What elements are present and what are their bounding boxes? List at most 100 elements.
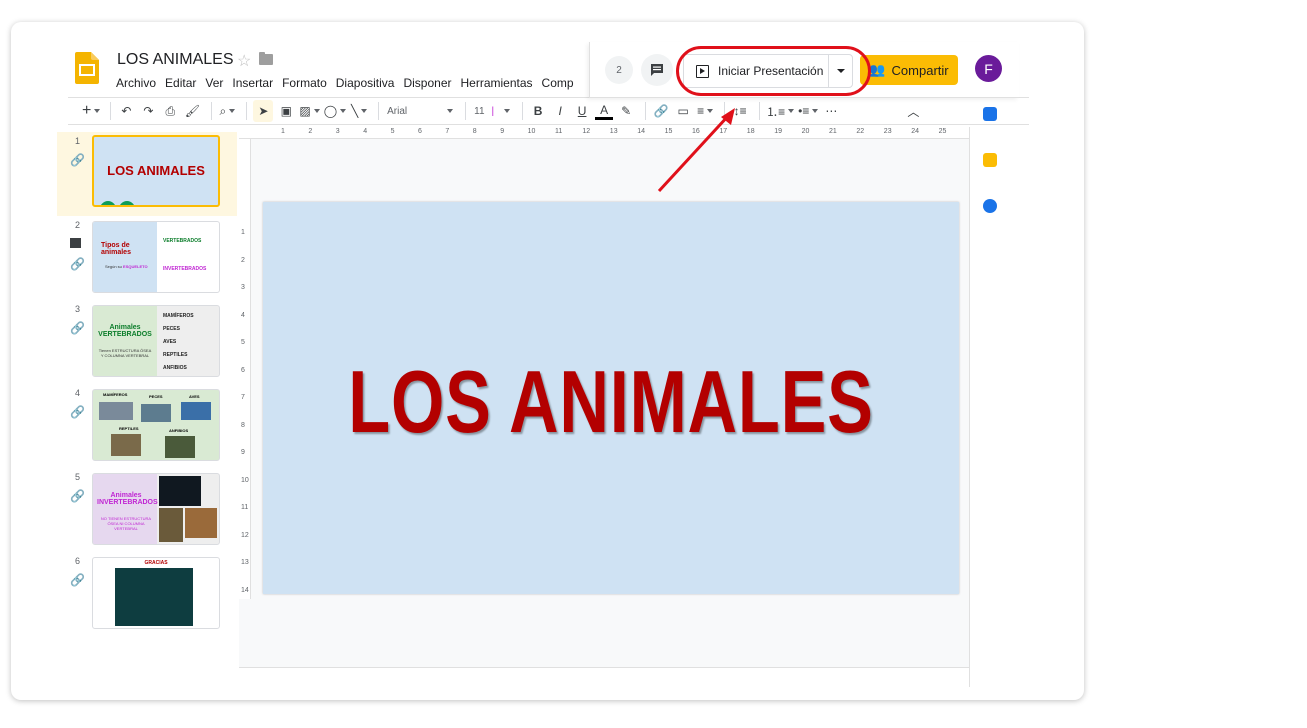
text-box-icon[interactable]: ▣ <box>277 100 295 122</box>
undo-icon[interactable]: ↶ <box>117 100 135 122</box>
image-icon[interactable]: ▨ <box>299 100 319 122</box>
slide-thumbnail-row[interactable]: 1 🔗 LOS ANIMALES <box>57 132 237 216</box>
menu-editar[interactable]: Editar <box>165 76 196 90</box>
thumb-left-panel <box>93 222 157 292</box>
menu-diapositiva[interactable]: Diapositiva <box>336 76 395 90</box>
star-icon[interactable]: ☆ <box>237 51 251 71</box>
speaker-notes-divider[interactable] <box>239 667 970 671</box>
slide-thumbnail[interactable]: Tipos de animales Según su ESQUELETO VER… <box>92 221 220 293</box>
thumb-left-panel <box>93 474 157 544</box>
text-color-icon[interactable]: A <box>595 102 614 120</box>
slide-title-text[interactable]: LOS ANIMALES <box>340 357 883 447</box>
new-slide-button[interactable]: + <box>82 100 100 122</box>
thumb-photo <box>99 402 133 420</box>
toolbar-divider <box>645 102 647 120</box>
share-button[interactable]: 👥 Compartir <box>860 55 958 85</box>
slide-thumbnail[interactable]: Animales INVERTEBRADOS NO TIENEN ESTRUCT… <box>92 473 220 545</box>
comment-icon <box>651 64 663 76</box>
horizontal-ruler: 1 2 3 4 5 6 7 8 9 10 11 12 13 14 15 16 17 18 19 20 21 22 23 24 2… <box>239 127 970 139</box>
annotation-highlight-circle <box>676 46 871 96</box>
collapse-toolbar-icon[interactable]: ︿ <box>904 100 922 122</box>
slide-thumbnail-row[interactable]: 5 🔗 Animales INVERTEBRADOS NO TIENEN EST… <box>57 468 237 552</box>
thumb-subtitle: Según su ESQUELETO <box>105 264 148 269</box>
tasks-icon[interactable] <box>983 199 997 213</box>
link-icon: 🔗 <box>70 573 85 587</box>
italic-icon[interactable]: I <box>551 100 569 122</box>
ruler-tick-label: 13 <box>241 559 249 566</box>
thumb-label: MAMÍFEROS <box>103 392 128 397</box>
thumb-subtitle: NO TIENEN ESTRUCTURA ÓSEA NI COLUMNA VER… <box>100 516 152 531</box>
folder-icon[interactable] <box>259 52 273 65</box>
document-title[interactable]: LOS ANIMALES <box>117 51 234 69</box>
calendar-icon[interactable] <box>983 107 997 121</box>
slide-thumbnail[interactable]: LOS ANIMALES <box>92 135 220 207</box>
slide-number: 1 <box>75 136 81 146</box>
more-options-icon[interactable]: ⋯ <box>822 100 840 122</box>
bulleted-list-icon[interactable]: •≡ <box>798 100 818 122</box>
slide-number: 2 <box>75 220 81 230</box>
comment-count-icon <box>70 238 81 248</box>
underline-icon[interactable]: U <box>573 100 591 122</box>
thumb-label: ANFIBIOS <box>169 428 189 433</box>
ruler-tick-label: 6 <box>241 366 245 374</box>
ruler-tick-label: 1 <box>281 128 285 135</box>
thumb-photo <box>159 508 183 542</box>
numbered-list-icon[interactable]: ⒈≡ <box>766 100 794 122</box>
thumb-label: REPTILES <box>119 426 139 431</box>
zoom-icon[interactable]: ⌕ <box>218 100 236 122</box>
side-panel <box>983 107 1003 245</box>
slide-thumbnail[interactable]: Animales VERTEBRADOS Tienen ESTRUCTURA Ó… <box>92 305 220 377</box>
menu-formato[interactable]: Formato <box>282 76 327 90</box>
menu-complementos[interactable]: Comp <box>542 76 574 90</box>
keep-icon[interactable] <box>983 153 997 167</box>
highlight-color-icon[interactable]: ✎ <box>617 100 635 122</box>
thumb-subtitle: Tienen ESTRUCTURA ÓSEA Y COLUMNA VERTEBR… <box>98 348 152 358</box>
annotation-arrow <box>657 108 735 193</box>
ruler-tick-label: 7 <box>445 128 450 135</box>
bold-icon[interactable]: B <box>529 100 547 122</box>
ruler-tick-label: 11 <box>241 504 249 511</box>
ruler-tick-label: 3 <box>241 284 245 291</box>
slide-thumbnail[interactable]: GRACIAS <box>92 557 220 629</box>
thumb-photo <box>165 436 195 458</box>
font-family-select[interactable]: Arial <box>385 100 455 122</box>
ruler-tick-label: 12 <box>582 128 591 135</box>
menu-insertar[interactable]: Insertar <box>232 76 273 90</box>
menu-archivo[interactable]: Archivo <box>116 76 156 90</box>
slide-thumbnail-row[interactable]: 2 🔗 Tipos de animales Según su ESQUELETO… <box>57 216 237 300</box>
ruler-tick-label: 6 <box>418 128 422 135</box>
paint-format-icon[interactable]: 🖌 <box>183 100 201 122</box>
slide-thumbnail-row[interactable]: 3 🔗 Animales VERTEBRADOS Tienen ESTRUCTU… <box>57 300 237 384</box>
toolbar-divider <box>759 102 761 120</box>
thumb-label-invertebrados: INVERTEBRADOS <box>163 266 207 272</box>
thumb-label: AVES <box>189 394 200 399</box>
shape-icon[interactable]: ◯ <box>324 100 346 122</box>
menu-ver[interactable]: Ver <box>205 76 223 90</box>
line-icon[interactable]: ╲ <box>350 100 368 122</box>
menu-herramientas[interactable]: Herramientas <box>461 76 533 90</box>
viewers-count-badge[interactable]: 2 <box>605 56 633 84</box>
menu-bar: Archivo Editar Ver Insertar Formato Diap… <box>116 76 583 90</box>
select-cursor-icon[interactable]: ➤ <box>253 100 274 122</box>
slides-logo-icon[interactable] <box>75 52 99 84</box>
ruler-tick-label: 19 <box>774 128 782 135</box>
slide-thumbnail[interactable]: MAMÍFEROS PECES AVES REPTILES ANFIBIOS <box>92 389 220 461</box>
redo-icon[interactable]: ↷ <box>139 100 157 122</box>
menu-disponer[interactable]: Disponer <box>403 76 451 90</box>
print-icon[interactable]: ⎙ <box>161 100 179 122</box>
slide-thumbnail-row[interactable]: 4 🔗 MAMÍFEROS PECES AVES REPTILES ANFIBI… <box>57 384 237 468</box>
ruler-tick-label: 13 <box>609 128 618 135</box>
link-icon: 🔗 <box>70 257 85 271</box>
editor-border <box>969 127 970 687</box>
thumb-photo <box>181 402 211 420</box>
link-icon: 🔗 <box>70 153 85 167</box>
slide-number: 3 <box>75 304 81 314</box>
slide-thumbnail-row[interactable]: 6 🔗 GRACIAS <box>57 552 237 636</box>
ruler-tick-label: 10 <box>241 476 249 484</box>
user-avatar[interactable]: F <box>975 55 1002 82</box>
font-size-select[interactable]: 11 | <box>472 100 512 122</box>
current-slide[interactable]: LOS ANIMALES <box>263 202 959 594</box>
font-size-value: 11 <box>474 105 485 117</box>
ruler-tick-label: 21 <box>829 128 837 135</box>
comments-button[interactable] <box>641 54 673 86</box>
